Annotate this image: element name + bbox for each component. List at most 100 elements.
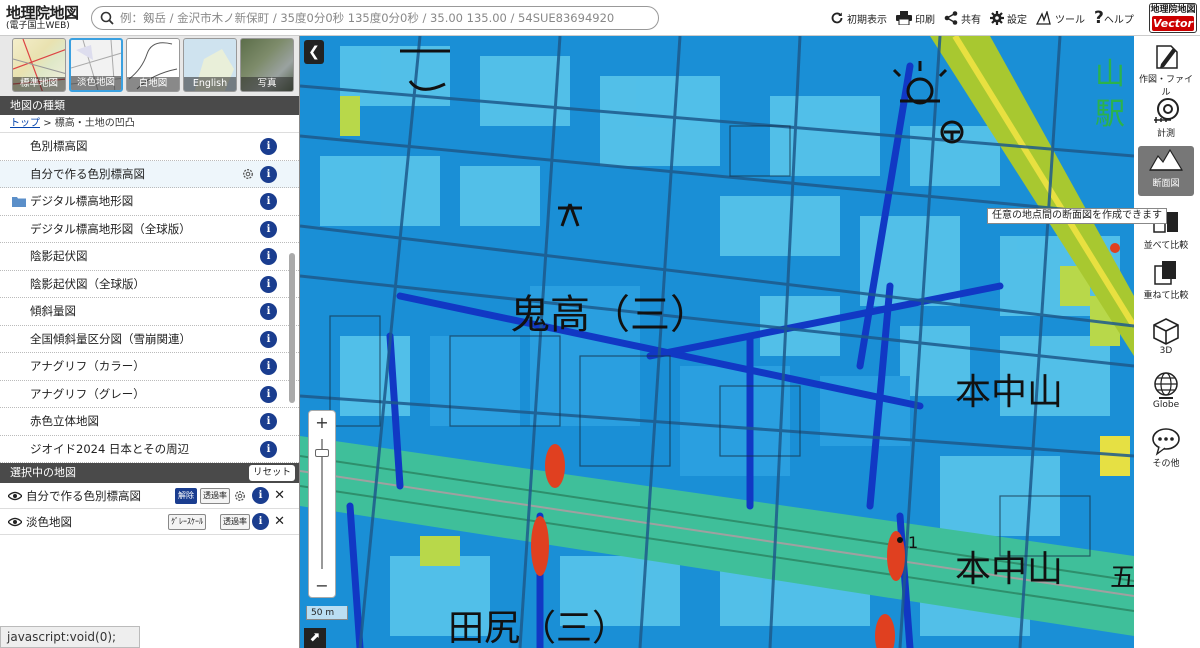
draw-file-tool[interactable]: 作図・ファイル: [1138, 42, 1194, 98]
gear-icon[interactable]: [233, 489, 247, 503]
settings-button[interactable]: 設定: [990, 11, 1027, 26]
gear-icon: [990, 11, 1004, 25]
vector-logo-badge: Vector: [1152, 16, 1194, 31]
zoom-slider-track[interactable]: [321, 439, 323, 569]
profile-tool[interactable]: 断面図: [1138, 146, 1194, 196]
close-icon[interactable]: ✕: [274, 488, 285, 503]
reset-view-button[interactable]: 初期表示: [830, 11, 887, 26]
info-icon[interactable]: i: [260, 385, 277, 403]
layer-item[interactable]: ジオイド2024 日本とその周辺 i: [0, 436, 299, 463]
info-icon[interactable]: i: [260, 413, 277, 430]
breadcrumb-current: > 標高・土地の凹凸: [43, 118, 135, 129]
selected-layer-row: 淡色地図 ｸﾞﾚｰｽｹｰﾙ 透過率 i ✕: [0, 509, 299, 535]
tools-button[interactable]: ツール: [1036, 11, 1085, 26]
layer-item[interactable]: アナグリフ（カラー） i: [0, 353, 299, 381]
breadcrumb-top-link[interactable]: トップ: [10, 118, 40, 129]
search-box[interactable]: [91, 6, 659, 30]
search-input[interactable]: [120, 11, 650, 25]
app-window: 地理院地図 (電子国土WEB) 初期表示 印刷 共有 設定: [0, 0, 1200, 648]
scale-bar: 50 m: [306, 606, 348, 620]
zoom-in-button[interactable]: +: [309, 413, 335, 432]
info-icon[interactable]: i: [260, 330, 277, 348]
header-buttons: 初期表示 印刷 共有 設定 ツール ? ヘルプ: [830, 0, 1143, 36]
layer-label: 自分で作る色別標高図: [30, 166, 145, 181]
base-map-photo[interactable]: 写真: [240, 38, 294, 92]
3d-tool[interactable]: 3D: [1138, 316, 1194, 364]
opacity-button[interactable]: 透過率: [200, 488, 230, 504]
close-icon[interactable]: ✕: [274, 514, 285, 529]
logo-title: 地理院地図: [6, 3, 79, 22]
folder-icon: [12, 196, 26, 207]
info-icon[interactable]: i: [252, 487, 269, 504]
zoom-control: + −: [308, 410, 336, 598]
layer-folder[interactable]: デジタル標高地形図 i: [0, 188, 299, 216]
layer-item[interactable]: 赤色立体地図 i: [0, 408, 299, 436]
layer-item[interactable]: デジタル標高地形図（全球版） i: [0, 216, 299, 243]
info-icon[interactable]: i: [260, 220, 277, 238]
gear-icon[interactable]: [241, 167, 255, 181]
measure-tool[interactable]: 計測: [1138, 96, 1194, 144]
opacity-button[interactable]: 透過率: [220, 514, 250, 530]
overlay-compare-icon: [1154, 261, 1176, 285]
release-button[interactable]: 解除: [175, 488, 197, 504]
info-icon[interactable]: i: [260, 165, 277, 183]
selected-layer-row: 自分で作る色別標高図 解除 透過率 i ✕: [0, 483, 299, 509]
base-map-blank[interactable]: 白地図: [126, 38, 180, 92]
tool-label: 断面図: [1152, 179, 1180, 189]
share-icon: [944, 11, 958, 25]
info-icon[interactable]: i: [260, 358, 277, 375]
help-button[interactable]: ? ヘルプ: [1094, 10, 1134, 27]
eye-icon[interactable]: [8, 491, 22, 501]
map-label: 本中山: [955, 549, 1063, 590]
zoom-slider-handle[interactable]: [315, 449, 329, 457]
selected-layer-label: 自分で作る色別標高図: [26, 488, 141, 503]
layer-list: 色別標高図 i 自分で作る色別標高図 i デジタル標高地形図 i デジタル標高地形図…: [0, 133, 299, 463]
print-button[interactable]: 印刷: [896, 11, 935, 26]
site-logo[interactable]: 地理院地図 (電子国土WEB): [6, 1, 96, 35]
info-icon[interactable]: i: [260, 275, 277, 293]
layer-label: 陰影起伏図（全球版）: [30, 276, 145, 291]
layer-item[interactable]: 色別標高図 i: [0, 133, 299, 161]
right-toolbar: 作図・ファイル 計測 断面図 並べて比較 重ねて比較 3D Globe その他: [1134, 36, 1200, 648]
layer-item[interactable]: アナグリフ（グレー） i: [0, 381, 299, 408]
more-icon: [1152, 428, 1180, 456]
map-label: 鬼高（三）: [510, 292, 710, 338]
grayscale-button[interactable]: ｸﾞﾚｰｽｹｰﾙ: [168, 514, 206, 530]
zoom-out-button[interactable]: −: [309, 576, 335, 595]
base-map-standard[interactable]: 標準地図: [12, 38, 66, 92]
globe-tool[interactable]: Globe: [1138, 370, 1194, 418]
vector-logo[interactable]: 地理院地図 Vector: [1149, 3, 1197, 33]
base-map-label: 白地図: [127, 77, 179, 91]
share-button[interactable]: 共有: [944, 11, 981, 26]
layer-list-scrollbar[interactable]: [289, 253, 295, 403]
measure-icon: [1154, 98, 1179, 123]
base-map-english[interactable]: English: [183, 38, 237, 92]
marker-number: 1: [908, 533, 918, 552]
info-icon[interactable]: i: [260, 248, 277, 265]
expand-arrow-button[interactable]: ⬈: [304, 628, 326, 648]
base-map-selector: 標準地図 淡色地図 白地図 English 写真: [0, 36, 299, 96]
info-icon[interactable]: i: [260, 303, 277, 320]
collapse-panel-button[interactable]: ❮: [304, 40, 324, 64]
info-icon[interactable]: i: [252, 513, 269, 530]
info-icon[interactable]: i: [260, 138, 277, 155]
layer-label: デジタル標高地形図（全球版）: [30, 221, 191, 236]
overlay-compare-tool[interactable]: 重ねて比較: [1138, 258, 1194, 308]
map-canvas[interactable]: 鬼高（三） 本中山 本中山 田尻（三） 山 駅 五 1 ❮ + − 50 m ⬈: [300, 36, 1134, 648]
layer-item[interactable]: 陰影起伏図 i: [0, 243, 299, 271]
info-icon[interactable]: i: [260, 193, 277, 210]
tools-label: ツール: [1055, 14, 1085, 26]
profile-icon: [1148, 148, 1184, 171]
base-map-pale[interactable]: 淡色地図: [69, 38, 123, 92]
layer-item[interactable]: 全国傾斜量区分図（雪崩関連） i: [0, 326, 299, 353]
more-tool[interactable]: その他: [1138, 426, 1194, 474]
info-icon[interactable]: i: [260, 440, 277, 458]
layer-item[interactable]: 陰影起伏図（全球版） i: [0, 271, 299, 298]
layer-item[interactable]: 傾斜量図 i: [0, 298, 299, 326]
layer-label: ジオイド2024 日本とその周辺: [30, 441, 190, 456]
print-label: 印刷: [915, 14, 935, 26]
reset-button[interactable]: リセット: [248, 465, 295, 481]
eye-icon[interactable]: [8, 517, 22, 527]
reset-view-icon: [831, 12, 843, 24]
layer-item[interactable]: 自分で作る色別標高図 i: [0, 160, 299, 188]
